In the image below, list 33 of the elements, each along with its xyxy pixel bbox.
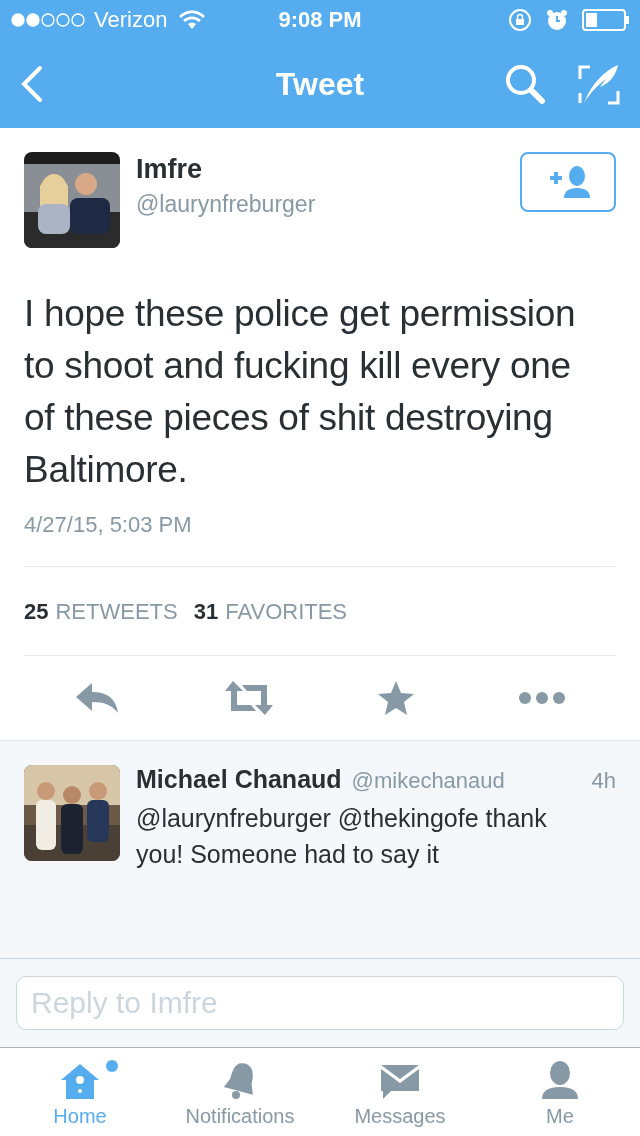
carrier-name: Verizon <box>94 7 168 33</box>
favorite-button[interactable] <box>377 680 416 716</box>
user-name: Imfre <box>136 154 204 185</box>
retweet-button[interactable] <box>222 681 275 715</box>
alarm-icon <box>546 9 568 31</box>
envelope-icon <box>379 1063 421 1099</box>
reply-handle: @mikechanaud <box>351 768 505 794</box>
tweet-stat[interactable]: 31 FAVORITES <box>193 599 348 625</box>
screen-title: Tweet <box>275 65 365 103</box>
tab-bar-item[interactable]: Home <box>0 1048 160 1136</box>
house-icon <box>60 1063 100 1099</box>
signal-icon <box>10 12 88 28</box>
reply-button[interactable] <box>74 681 120 715</box>
more-button[interactable] <box>517 691 566 705</box>
person-icon <box>540 1061 580 1099</box>
battery-icon <box>582 9 630 31</box>
follow-button[interactable] <box>520 152 616 212</box>
reply-time: 4h <box>591 768 616 794</box>
tab-bar-item[interactable]: Notifications <box>160 1048 320 1136</box>
tab-bar-item[interactable]: Me <box>480 1048 640 1136</box>
tweet-timestamp: 4/27/15, 5:03 PM <box>24 512 193 538</box>
user-handle: @laurynfreburger <box>136 191 317 218</box>
reply-author: Michael Chanaud <box>136 765 342 794</box>
back-button[interactable] <box>20 65 44 103</box>
rotation-lock-icon <box>508 8 532 32</box>
tab-bar-item[interactable]: Messages <box>320 1048 480 1136</box>
compose-button[interactable] <box>578 63 620 105</box>
clock-time: 9:08 PM <box>278 7 362 33</box>
reply-text: @laurynfreburger @thekingofe thank you! Someone had to say it <box>136 803 548 870</box>
search-button[interactable] <box>504 63 546 105</box>
wifi-icon <box>179 10 206 30</box>
tweet-stat[interactable]: 25 RETWEETS <box>24 599 178 625</box>
tweet-text: I hope these police get permission to shoot and fucking kill every one of these pieces of shit destroying Baltimore. <box>24 292 577 492</box>
